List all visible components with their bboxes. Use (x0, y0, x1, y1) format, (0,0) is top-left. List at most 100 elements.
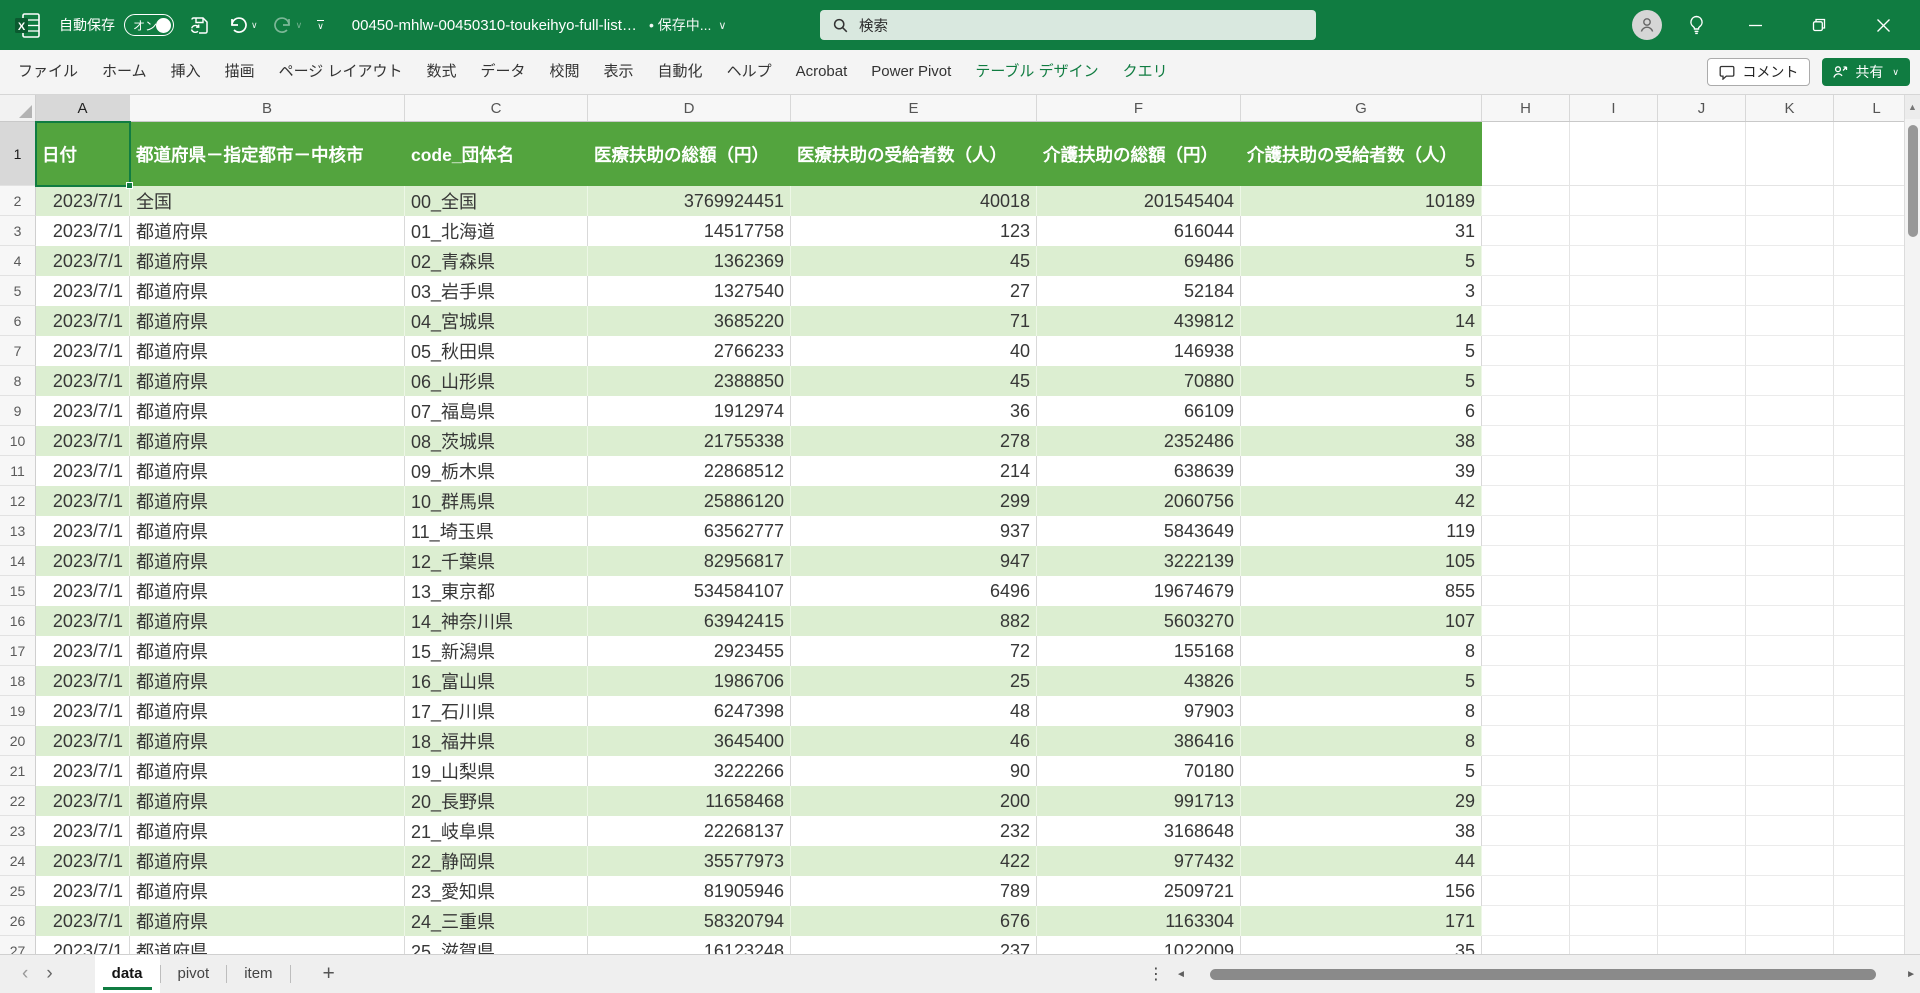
cell-medical-recipients[interactable]: 45 (791, 366, 1037, 396)
empty-cell[interactable] (1746, 756, 1834, 786)
cell-care-total[interactable]: 155168 (1037, 636, 1241, 666)
cell-code-name[interactable]: 12_千葉県 (405, 546, 588, 576)
ribbon-tab[interactable]: ファイル (6, 50, 90, 94)
cell-date[interactable]: 2023/7/1 (36, 486, 130, 516)
header-cell[interactable]: 都道府県－指定都市－中核市 (130, 122, 405, 186)
cell-medical-total[interactable]: 1327540 (588, 276, 791, 306)
column-header-K[interactable]: K (1746, 95, 1834, 121)
empty-cell[interactable] (1570, 756, 1658, 786)
cell-category[interactable]: 都道府県 (130, 306, 405, 336)
cell-care-recipients[interactable]: 31 (1241, 216, 1482, 246)
undo-dropdown-icon[interactable]: ∨ (251, 20, 258, 31)
empty-cell[interactable] (1746, 366, 1834, 396)
account-avatar[interactable] (1632, 10, 1662, 40)
cell-code-name[interactable]: 00_全国 (405, 186, 588, 216)
cell-care-total[interactable]: 43826 (1037, 666, 1241, 696)
undo-button[interactable]: ∨ (228, 16, 258, 34)
cell-medical-total[interactable]: 1362369 (588, 246, 791, 276)
cell-category[interactable]: 都道府県 (130, 396, 405, 426)
cell-code-name[interactable]: 01_北海道 (405, 216, 588, 246)
empty-cell[interactable] (1658, 276, 1746, 306)
row-number[interactable]: 13 (0, 516, 36, 546)
ribbon-tab[interactable]: テーブル デザイン (963, 50, 1110, 94)
cell-medical-total[interactable]: 81905946 (588, 876, 791, 906)
row-number[interactable]: 24 (0, 846, 36, 876)
empty-cell[interactable] (1570, 122, 1658, 186)
cell-care-total[interactable]: 2509721 (1037, 876, 1241, 906)
header-cell[interactable]: 医療扶助の総額（円） (588, 122, 791, 186)
empty-cell[interactable] (1570, 876, 1658, 906)
cell-medical-recipients[interactable]: 36 (791, 396, 1037, 426)
empty-cell[interactable] (1570, 846, 1658, 876)
ribbon-tab[interactable]: 表示 (592, 50, 646, 94)
empty-cell[interactable] (1570, 906, 1658, 936)
cell-medical-total[interactable]: 3769924451 (588, 186, 791, 216)
empty-cell[interactable] (1570, 666, 1658, 696)
lightbulb-icon[interactable] (1676, 0, 1716, 50)
cell-code-name[interactable]: 25_滋賀県 (405, 936, 588, 954)
cell-medical-total[interactable]: 16123248 (588, 936, 791, 954)
row-number[interactable]: 18 (0, 666, 36, 696)
cell-care-total[interactable]: 52184 (1037, 276, 1241, 306)
cell-medical-total[interactable]: 1986706 (588, 666, 791, 696)
cell-medical-recipients[interactable]: 48 (791, 696, 1037, 726)
cell-category[interactable]: 都道府県 (130, 516, 405, 546)
empty-cell[interactable] (1746, 396, 1834, 426)
ribbon-tab[interactable]: データ (469, 50, 538, 94)
cell-code-name[interactable]: 22_静岡県 (405, 846, 588, 876)
cell-medical-total[interactable]: 58320794 (588, 906, 791, 936)
empty-cell[interactable] (1570, 816, 1658, 846)
empty-cell[interactable] (1482, 122, 1570, 186)
cell-medical-recipients[interactable]: 937 (791, 516, 1037, 546)
column-header-H[interactable]: H (1482, 95, 1570, 121)
cell-medical-recipients[interactable]: 214 (791, 456, 1037, 486)
cell-medical-total[interactable]: 22868512 (588, 456, 791, 486)
empty-cell[interactable] (1658, 396, 1746, 426)
cell-medical-recipients[interactable]: 237 (791, 936, 1037, 954)
vertical-scroll-thumb[interactable] (1908, 125, 1918, 237)
cell-care-total[interactable]: 1163304 (1037, 906, 1241, 936)
cell-date[interactable]: 2023/7/1 (36, 366, 130, 396)
cell-medical-total[interactable]: 3222266 (588, 756, 791, 786)
row-number[interactable]: 7 (0, 336, 36, 366)
empty-cell[interactable] (1746, 546, 1834, 576)
cell-category[interactable]: 都道府県 (130, 336, 405, 366)
empty-cell[interactable] (1482, 276, 1570, 306)
ribbon-tab[interactable]: ホーム (90, 50, 159, 94)
cell-date[interactable]: 2023/7/1 (36, 756, 130, 786)
cell-medical-recipients[interactable]: 46 (791, 726, 1037, 756)
empty-cell[interactable] (1658, 246, 1746, 276)
empty-cell[interactable] (1746, 186, 1834, 216)
cell-code-name[interactable]: 04_宮城県 (405, 306, 588, 336)
more-options-kebab-icon[interactable]: ⋮ (1148, 964, 1164, 984)
cell-care-total[interactable]: 201545404 (1037, 186, 1241, 216)
cell-date[interactable]: 2023/7/1 (36, 666, 130, 696)
cell-code-name[interactable]: 07_福島県 (405, 396, 588, 426)
empty-cell[interactable] (1482, 606, 1570, 636)
cell-care-total[interactable]: 1022009 (1037, 936, 1241, 954)
empty-cell[interactable] (1482, 336, 1570, 366)
empty-cell[interactable] (1746, 336, 1834, 366)
cell-code-name[interactable]: 06_山形県 (405, 366, 588, 396)
cell-care-recipients[interactable]: 39 (1241, 456, 1482, 486)
column-header-G[interactable]: G (1241, 95, 1482, 121)
cell-date[interactable]: 2023/7/1 (36, 576, 130, 606)
cell-medical-recipients[interactable]: 40 (791, 336, 1037, 366)
cell-category[interactable]: 都道府県 (130, 606, 405, 636)
vertical-scrollbar[interactable]: ▲ (1904, 95, 1920, 954)
cell-medical-recipients[interactable]: 123 (791, 216, 1037, 246)
autosave-toggle[interactable]: オン (124, 14, 174, 36)
cell-medical-total[interactable]: 63942415 (588, 606, 791, 636)
cell-code-name[interactable]: 09_栃木県 (405, 456, 588, 486)
cell-care-recipients[interactable]: 44 (1241, 846, 1482, 876)
cell-care-recipients[interactable]: 105 (1241, 546, 1482, 576)
empty-cell[interactable] (1482, 186, 1570, 216)
empty-cell[interactable] (1746, 636, 1834, 666)
cell-care-recipients[interactable]: 38 (1241, 426, 1482, 456)
empty-cell[interactable] (1570, 426, 1658, 456)
cell-code-name[interactable]: 13_東京都 (405, 576, 588, 606)
cell-code-name[interactable]: 20_長野県 (405, 786, 588, 816)
cell-care-recipients[interactable]: 5 (1241, 756, 1482, 786)
ribbon-tab[interactable]: クエリ (1111, 50, 1180, 94)
empty-cell[interactable] (1746, 816, 1834, 846)
